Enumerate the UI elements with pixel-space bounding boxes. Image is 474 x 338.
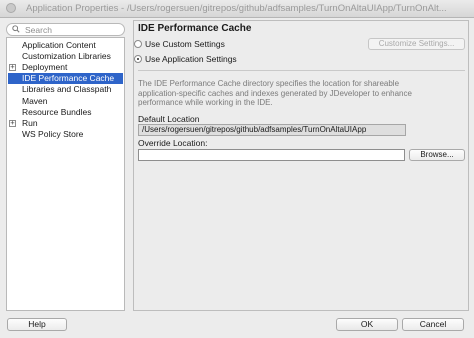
override-location-label: Override Location: — [138, 138, 208, 148]
customize-settings-button[interactable]: Customize Settings... — [368, 38, 465, 50]
tree-item-run[interactable]: + Run — [8, 118, 123, 129]
tree-item-label: Resource Bundles — [22, 107, 92, 117]
tree-item-label: Deployment — [22, 62, 68, 72]
default-location-field: /Users/rogersuen/gitrepos/github/adfsamp… — [138, 124, 406, 136]
search-input[interactable] — [25, 24, 120, 35]
tree-item-label: IDE Performance Cache — [22, 73, 115, 83]
tree-item-label: Maven — [22, 96, 48, 106]
tree-item-ws-policy-store[interactable]: WS Policy Store — [8, 129, 123, 140]
ok-button[interactable]: OK — [336, 318, 398, 331]
expand-icon[interactable]: + — [9, 64, 16, 71]
description-text: The IDE Performance Cache directory spec… — [138, 79, 412, 107]
panel-title: IDE Performance Cache — [138, 23, 252, 34]
title-bar: Application Properties - /Users/rogersue… — [0, 0, 474, 18]
separator — [138, 70, 465, 71]
tree-item-label: WS Policy Store — [22, 129, 84, 139]
use-custom-settings-label[interactable]: Use Custom Settings — [145, 39, 225, 49]
use-application-settings-label[interactable]: Use Application Settings — [145, 54, 237, 64]
cancel-button[interactable]: Cancel — [402, 318, 464, 331]
window-close-icon[interactable] — [6, 3, 16, 13]
tree-item-resource-bundles[interactable]: Resource Bundles — [8, 107, 123, 118]
use-custom-settings-radio[interactable] — [134, 40, 142, 48]
search-box[interactable] — [6, 23, 125, 36]
tree-item-label: Run — [22, 118, 38, 128]
window-title: Application Properties - /Users/rogersue… — [26, 3, 447, 14]
category-tree[interactable]: Application Content Customization Librar… — [6, 37, 125, 311]
tree-item-application-content[interactable]: Application Content — [8, 40, 123, 51]
tree-item-label: Customization Libraries — [22, 51, 111, 61]
use-application-settings-radio[interactable] — [134, 55, 142, 63]
tree-item-maven[interactable]: Maven — [8, 96, 123, 107]
search-icon — [12, 25, 20, 33]
tree-item-ide-performance-cache[interactable]: IDE Performance Cache — [8, 73, 123, 84]
tree-item-customization-libraries[interactable]: Customization Libraries — [8, 51, 123, 62]
browse-button[interactable]: Browse... — [409, 149, 465, 161]
tree-item-label: Application Content — [22, 40, 96, 50]
tree-item-deployment[interactable]: + Deployment — [8, 62, 123, 73]
help-button[interactable]: Help — [7, 318, 67, 331]
tree-item-label: Libraries and Classpath — [22, 84, 112, 94]
override-location-input[interactable] — [138, 149, 405, 161]
tree-item-libraries-and-classpath[interactable]: Libraries and Classpath — [8, 84, 123, 95]
expand-icon[interactable]: + — [9, 120, 16, 127]
default-location-label: Default Location — [138, 114, 200, 124]
